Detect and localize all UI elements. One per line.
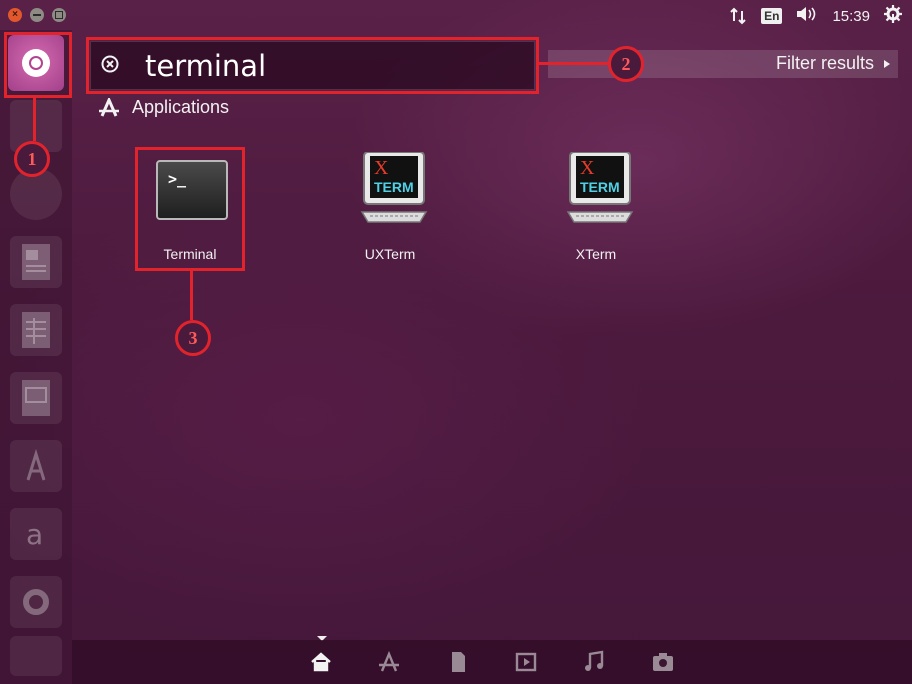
svg-text:a: a [26, 518, 43, 551]
xterm-term-text: TERM [580, 179, 620, 195]
category-header: Applications [98, 95, 230, 118]
window-close-button[interactable]: × [8, 8, 22, 22]
network-icon[interactable] [729, 7, 747, 25]
lens-bar [72, 640, 912, 684]
category-label: Applications [132, 97, 230, 117]
window-minimize-button[interactable] [30, 8, 44, 22]
callout-line-2 [536, 62, 608, 65]
trash-launcher-icon[interactable] [10, 636, 62, 676]
launcher: a [0, 30, 72, 684]
result-xterm[interactable]: X TERM XTerm [544, 150, 648, 262]
files-lens-icon[interactable] [446, 650, 470, 674]
chevron-right-icon [884, 60, 890, 68]
result-label: XTerm [575, 246, 617, 262]
video-lens-icon[interactable] [514, 650, 538, 674]
system-tray: En 15:39 [729, 5, 902, 27]
keyboard-layout-indicator[interactable]: En [761, 8, 783, 24]
callout-2: 2 [608, 46, 644, 82]
callout-1: 1 [14, 141, 50, 177]
result-label: UXTerm [364, 246, 416, 262]
home-lens-icon[interactable] [309, 650, 333, 674]
settings-launcher-icon[interactable] [10, 576, 62, 628]
xterm-x-letter: X [580, 157, 595, 179]
xterm-term-text: TERM [374, 179, 414, 195]
highlight-search-box [86, 37, 539, 94]
callout-3: 3 [175, 320, 211, 356]
impress-launcher-icon[interactable] [10, 372, 62, 424]
xterm-icon: X TERM [360, 151, 428, 228]
filter-results-label: Filter results [775, 53, 874, 73]
clock[interactable]: 15:39 [832, 8, 870, 25]
window-maximize-button[interactable] [52, 8, 66, 22]
highlight-dash-button [4, 32, 72, 98]
highlight-terminal-result [135, 147, 245, 271]
callout-line-1 [33, 95, 36, 141]
gear-icon[interactable] [884, 5, 902, 27]
photos-lens-icon[interactable] [651, 650, 675, 674]
volume-icon[interactable] [796, 6, 818, 26]
xterm-x-letter: X [374, 157, 389, 179]
amazon-launcher-icon[interactable]: a [10, 508, 62, 560]
result-uxterm[interactable]: X TERM UXTerm [338, 150, 442, 262]
calc-launcher-icon[interactable] [10, 304, 62, 356]
applications-icon [98, 95, 120, 118]
music-lens-icon[interactable] [582, 650, 606, 674]
writer-launcher-icon[interactable] [10, 236, 62, 288]
xterm-icon: X TERM [566, 151, 634, 228]
applications-lens-icon[interactable] [377, 650, 401, 674]
software-center-launcher-icon[interactable] [10, 440, 62, 492]
callout-line-3 [190, 268, 193, 320]
top-panel: × En 15:39 [0, 0, 912, 30]
